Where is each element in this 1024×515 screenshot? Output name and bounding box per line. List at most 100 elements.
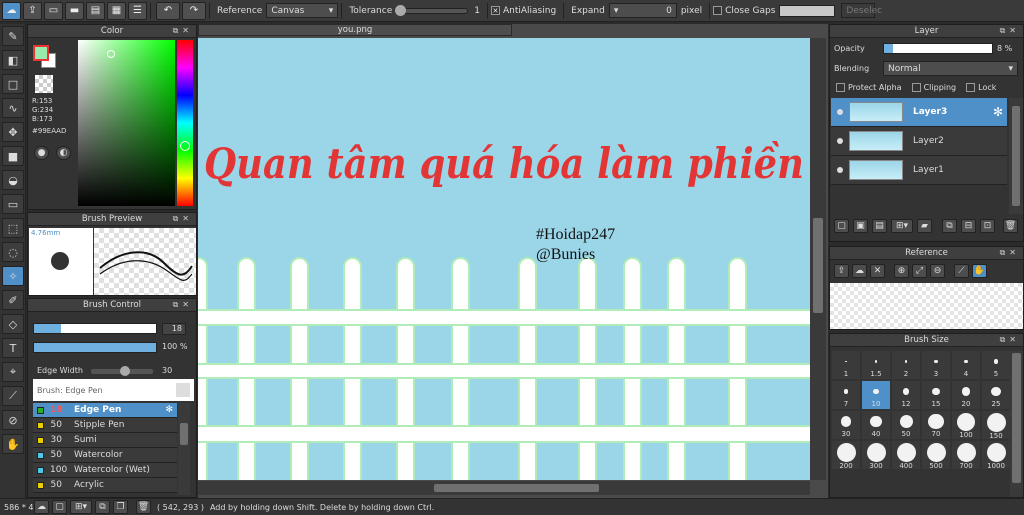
folder-icon[interactable]: ▰ — [917, 219, 932, 233]
new-1bit-layer-icon[interactable]: ▤ — [872, 219, 887, 233]
document-tab[interactable]: you.png — [198, 24, 512, 36]
brush-list-scroll-thumb[interactable] — [180, 423, 188, 445]
canvas-horizontal-thumb[interactable] — [434, 484, 599, 492]
undo-icon[interactable]: ↶ — [156, 1, 180, 20]
layer-list-scrollbar[interactable] — [1009, 98, 1023, 214]
hand-icon[interactable]: ✋ — [972, 264, 987, 278]
close-gaps-checkbox[interactable] — [713, 6, 723, 15]
duplicate-layer-icon[interactable]: ⧉ — [942, 219, 957, 233]
open-reference-icon[interactable]: ⇪ — [834, 264, 849, 278]
canvas-vertical-thumb[interactable] — [813, 218, 823, 313]
new-halftone-layer-icon[interactable]: ▣ — [853, 219, 868, 233]
brush-size-option[interactable]: 150 — [982, 411, 1010, 440]
shape-tool-icon[interactable]: □ — [2, 74, 24, 94]
select-eraser-tool-icon[interactable]: ◇ — [2, 314, 24, 334]
fit-icon[interactable]: ⤢ — [912, 264, 927, 278]
brush-size-option[interactable]: 7 — [832, 381, 860, 409]
new-canvas-icon[interactable]: ▢ — [52, 500, 67, 514]
brush-size-option[interactable]: 12 — [892, 381, 920, 409]
brush-list-scrollbar[interactable] — [178, 403, 190, 495]
eraser-tool-icon[interactable]: ◧ — [2, 50, 24, 70]
expand-stepper[interactable]: ▾ 0 — [608, 3, 677, 18]
lock-checkbox[interactable] — [966, 83, 976, 92]
brush-size-option[interactable]: 200 — [832, 441, 860, 470]
layer-row[interactable]: Layer2 — [831, 127, 1007, 156]
select-pen-tool-icon[interactable]: ✐ — [2, 290, 24, 310]
brush-size-option[interactable]: 300 — [862, 441, 890, 470]
pen-curve-tool-icon[interactable]: ∿ — [2, 98, 24, 118]
brush-size-option[interactable]: 700 — [952, 441, 980, 470]
brush-list-item[interactable]: #e8d000 50 Acrylic — [33, 478, 177, 493]
panel-controls-icon[interactable]: ⧉✕ — [173, 300, 193, 310]
select-rect-tool-icon[interactable]: ⬚ — [2, 218, 24, 238]
clipping-checkbox[interactable] — [911, 83, 921, 92]
panel-controls-icon[interactable]: ⧉✕ — [173, 214, 193, 224]
new-layer-icon[interactable]: ▢ — [834, 219, 849, 233]
brush-size-option[interactable]: 1 — [832, 351, 860, 379]
canvas-horizontal-scrollbar[interactable] — [198, 481, 810, 495]
panel-controls-icon[interactable]: ⧉✕ — [1000, 335, 1020, 345]
brush-size-option[interactable]: 1000 — [982, 441, 1010, 470]
brush-size-slider[interactable] — [33, 323, 157, 334]
brush-size-option[interactable]: 500 — [922, 441, 950, 470]
display-icon[interactable]: ▬ — [65, 1, 84, 20]
redo-icon[interactable]: ↷ — [182, 1, 206, 20]
brush-size-option[interactable]: 25 — [982, 381, 1010, 409]
brush-size-option[interactable]: 10 — [862, 381, 890, 409]
reference-select[interactable]: Canvas ▾ — [266, 3, 339, 18]
brush-size-option[interactable]: 5 — [982, 351, 1010, 379]
zoom-in-icon[interactable]: ⊕ — [894, 264, 909, 278]
close-reference-icon[interactable]: ✕ — [870, 264, 885, 278]
edge-width-slider-handle[interactable] — [120, 366, 131, 376]
canvas-menu-icon[interactable]: ⊞▾ — [70, 500, 92, 514]
text-tool-icon[interactable]: T — [2, 338, 24, 358]
delete-layer-icon[interactable]: 🗑 — [1003, 219, 1018, 233]
brush-tool-icon[interactable]: ✎ — [2, 26, 24, 46]
layer-visibility-icon[interactable] — [837, 138, 843, 144]
brush-size-option[interactable]: 3 — [922, 351, 950, 379]
brush-name-button[interactable] — [176, 383, 190, 397]
brush-list-item[interactable]: #e8d000 30 Sumi — [33, 433, 177, 448]
panel-controls-icon[interactable]: ⧉✕ — [173, 26, 193, 36]
layer-row[interactable]: Layer1 — [831, 156, 1007, 185]
layer-opacity-slider[interactable] — [883, 43, 993, 54]
divide-tool-icon[interactable]: ⌖ — [2, 362, 24, 382]
layer-row[interactable]: Layer3 ✻ — [831, 98, 1007, 127]
brush-size-option[interactable]: 400 — [892, 441, 920, 470]
brush-list-item[interactable]: #e8d000 50 Stipple Pen — [33, 418, 177, 433]
brush-size-scroll-thumb[interactable] — [1012, 353, 1021, 483]
cloud-save-icon[interactable]: ☁ — [34, 500, 49, 514]
gear-icon[interactable]: ✻ — [993, 105, 1003, 119]
grid-icon[interactable]: ▦ — [107, 1, 126, 20]
brush-size-option[interactable]: 40 — [862, 411, 890, 439]
page-icon[interactable]: ▤ — [86, 1, 105, 20]
edge-width-slider[interactable] — [91, 366, 153, 376]
brush-list-item[interactable]: #4fc8e8 50 Watercolor — [33, 448, 177, 463]
brush-size-scrollbar[interactable] — [1010, 351, 1023, 497]
brush-size-option[interactable]: 20 — [952, 381, 980, 409]
brush-size-option[interactable]: 100 — [952, 411, 980, 439]
clear-layer-icon[interactable]: ⊡ — [980, 219, 995, 233]
protect-alpha-checkbox[interactable] — [836, 83, 845, 92]
artwork-canvas[interactable]: Quan tâm quá hóa làm phiền #Hoidap247 @B… — [198, 38, 810, 480]
layer-visibility-icon[interactable] — [837, 167, 843, 173]
gear-icon[interactable]: ✻ — [165, 405, 173, 415]
blending-select[interactable]: Normal ▾ — [883, 61, 1018, 76]
brush-size-option[interactable]: 4 — [952, 351, 980, 379]
eyedropper-icon[interactable]: ⟋ — [954, 264, 969, 278]
merge-layer-icon[interactable]: ⊟ — [961, 219, 976, 233]
color-picker-icon[interactable]: ◐ — [56, 146, 71, 160]
hand-tool-icon[interactable]: ✋ — [2, 434, 24, 454]
foreground-color-swatch[interactable] — [33, 45, 49, 61]
canvas-duplicate-icon[interactable]: ⧉ — [95, 500, 110, 514]
brush-list-item[interactable]: #27b027 18 Edge Pen ✻ — [33, 403, 177, 418]
transparent-color-swatch[interactable] — [35, 75, 53, 93]
deselect-button[interactable]: Deselec — [841, 3, 882, 18]
brush-size-option[interactable]: 30 — [832, 411, 860, 439]
dropper-tool-icon[interactable]: ⊘ — [2, 410, 24, 430]
brush-name-field[interactable]: Brush: Edge Pen — [33, 379, 194, 401]
bucket-tool-icon[interactable]: ◒ — [2, 170, 24, 190]
layer-visibility-icon[interactable] — [837, 109, 843, 115]
brush-size-value[interactable]: 18 — [162, 323, 186, 335]
brush-list-item[interactable]: #4fc8e8 100 Watercolor (Wet) — [33, 463, 177, 478]
